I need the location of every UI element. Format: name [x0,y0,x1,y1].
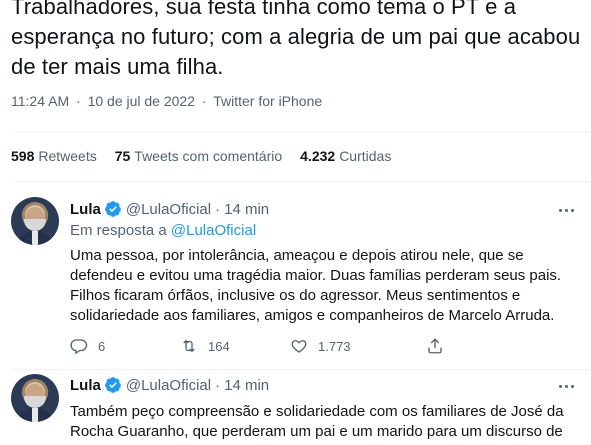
avatar[interactable] [11,197,59,245]
divider [11,131,591,132]
retweet-icon [183,339,195,353]
more-icon[interactable] [556,376,576,396]
header-separator: · [215,376,221,394]
tweet-date[interactable]: 10 de jul de 2022 [88,93,195,109]
meta-separator: · [201,93,207,109]
reply-text: Uma pessoa, por intolerância, ameaçou e … [70,247,562,324]
divider [11,369,591,370]
like-button[interactable]: 1.773 [290,337,426,355]
tweet-source[interactable]: Twitter for iPhone [213,93,322,109]
avatar[interactable] [11,374,59,422]
retweets-stat[interactable]: 598 Retweets [11,148,97,164]
retweet-count: 164 [208,338,230,354]
author-handle[interactable]: @LulaOficial [126,201,211,218]
main-tweet-text: Trabalhadores, sua festa tinha como tema… [11,0,581,79]
share-button[interactable] [426,337,444,355]
tweet-time[interactable]: 11:24 AM [11,93,69,109]
author-handle[interactable]: @LulaOficial [126,377,211,394]
share-icon [428,338,442,354]
reply-time[interactable]: 14 min [224,377,269,394]
in-reply-to: Em resposta a @LulaOficial [70,222,257,239]
more-icon[interactable] [556,200,576,220]
tweet-stats: 598 Retweets 75 Tweets com comentário 4.23… [11,148,391,164]
tweet-actions: 6 164 1.773 [70,337,444,355]
reply-header: Lula @LulaOficial · 14 min [70,200,269,218]
reply-icon [70,339,88,355]
like-count: 1.773 [318,338,351,354]
divider [11,181,591,182]
reply-text: Também peço compreensão e solidariedade … [70,403,564,445]
verified-badge-icon [104,201,121,217]
author-name[interactable]: Lula [70,201,101,218]
reply-header: Lula @LulaOficial · 14 min [70,376,269,394]
header-separator: · [215,200,221,218]
quotes-stat[interactable]: 75 Tweets com comentário [115,148,282,164]
reply-time[interactable]: 14 min [224,201,269,218]
verified-badge-icon [104,377,121,393]
likes-stat[interactable]: 4.232 Curtidas [300,148,391,164]
like-icon [291,340,307,353]
reply-count: 6 [98,338,106,354]
retweet-button[interactable]: 164 [180,337,290,355]
author-name[interactable]: Lula [70,377,101,394]
reply-button[interactable]: 6 [70,337,180,355]
in-reply-handle-link[interactable]: @LulaOficial [171,222,256,239]
meta-separator: · [76,93,81,109]
tweet-meta: 11:24 AM · 10 de jul de 2022 · Twitter f… [11,93,322,109]
